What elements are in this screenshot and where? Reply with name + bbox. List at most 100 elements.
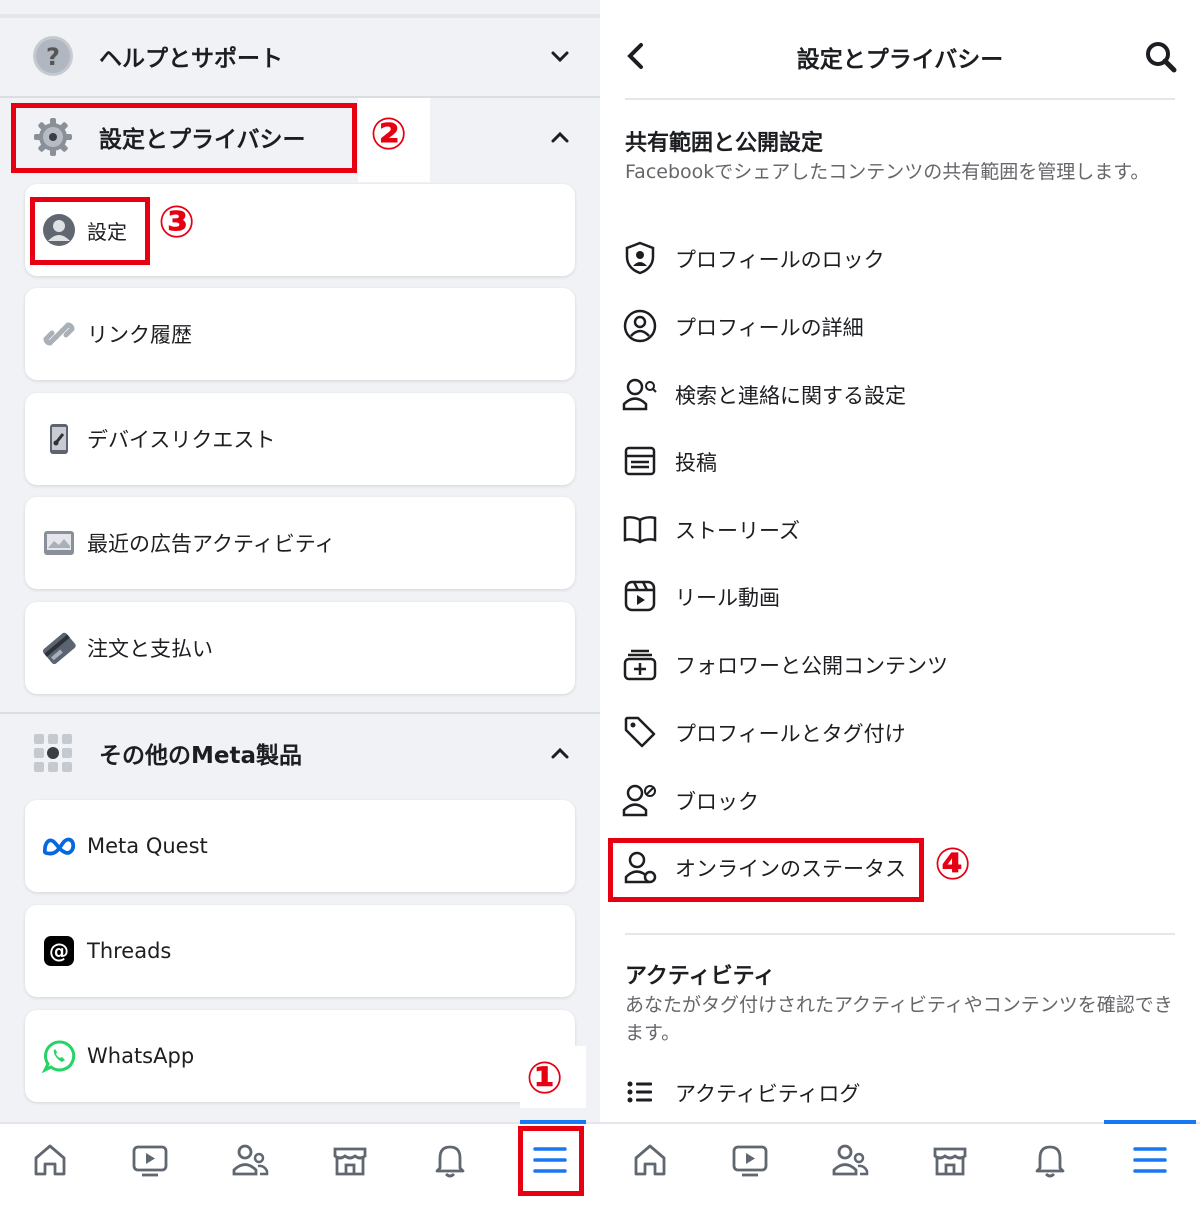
activity-item-log[interactable]: アクティビティログ [600, 1068, 1200, 1118]
device-icon [41, 421, 77, 457]
privacy-item-stories[interactable]: ストーリーズ [600, 505, 1200, 555]
meta-item-quest[interactable]: Meta Quest [25, 800, 575, 892]
book-icon [622, 511, 658, 547]
annotation-1: ① [526, 1053, 564, 1104]
help-section-row[interactable]: ? ヘルプとサポート [0, 16, 600, 96]
section-heading: アクティビティ [625, 964, 776, 989]
tab-friends[interactable] [830, 1140, 870, 1180]
item-label: ストーリーズ [675, 519, 800, 543]
item-label: アクティビティログ [675, 1082, 861, 1106]
meta-item-label: Threads [87, 939, 172, 963]
right-settings-pane: 設定とプライバシー 共有範囲と公開設定 Facebookでシェアしたコンテンツの… [600, 0, 1200, 1122]
item-label: ブロック [675, 790, 759, 814]
meta-item-threads[interactable]: @ Threads [25, 905, 575, 997]
whatsapp-icon [41, 1038, 77, 1074]
marketplace-icon [333, 1147, 367, 1176]
item-label: プロフィールとタグ付け [675, 722, 906, 746]
chevron-up-icon[interactable] [549, 742, 571, 764]
item-label: 投稿 [675, 451, 717, 475]
settings-item-label: デバイスリクエスト [87, 428, 276, 452]
left-menu-pane: ? ヘルプとサポート 設定とプライバシー ② 設定 ③ リンク履歴 デバイスリク… [0, 0, 600, 1214]
privacy-item-profile-details[interactable]: プロフィールの詳細 [600, 302, 1200, 352]
item-label: プロフィールのロック [675, 248, 885, 272]
reels-icon [622, 578, 658, 614]
section-description: Facebookでシェアしたコンテンツの共有範囲を管理します。 [625, 161, 1150, 183]
item-label: 検索と連絡に関する設定 [675, 384, 906, 408]
settings-item-device-request[interactable]: デバイスリクエスト [25, 393, 575, 485]
card-icon [41, 630, 77, 666]
person-search-icon [622, 376, 658, 412]
annotation-box-2 [11, 103, 357, 173]
tab-friends[interactable] [230, 1140, 270, 1180]
privacy-item-tagging[interactable]: プロフィールとタグ付け [600, 708, 1200, 758]
tab-menu[interactable] [1130, 1140, 1170, 1180]
search-icon[interactable] [1144, 40, 1178, 74]
settings-item-link-history[interactable]: リンク履歴 [25, 288, 575, 380]
help-section-label: ヘルプとサポート [99, 46, 283, 72]
tab-video[interactable] [730, 1140, 770, 1180]
marketplace-icon [933, 1147, 967, 1176]
meta-item-label: WhatsApp [87, 1044, 195, 1068]
header-divider [625, 98, 1175, 100]
profile-lock-icon [622, 240, 658, 276]
video-icon [732, 1145, 768, 1177]
grid-icon [30, 730, 76, 776]
meta-section-label: その他のMeta製品 [99, 743, 303, 769]
privacy-item-reels[interactable]: リール動画 [600, 572, 1200, 622]
meta-item-whatsapp[interactable]: WhatsApp [25, 1010, 575, 1102]
tab-notifications[interactable] [430, 1140, 470, 1180]
privacy-item-block[interactable]: ブロック [600, 776, 1200, 826]
settings-item-label: 最近の広告アクティビティ [87, 532, 336, 556]
home-icon [34, 1144, 66, 1176]
profile-detail-icon [622, 308, 658, 344]
tab-home[interactable] [630, 1140, 670, 1180]
annotation-4: ④ [934, 839, 972, 890]
tab-home[interactable] [30, 1140, 70, 1180]
privacy-item-followers[interactable]: フォロワーと公開コンテンツ [600, 640, 1200, 690]
bell-icon [1035, 1145, 1065, 1178]
item-label: フォロワーと公開コンテンツ [675, 654, 948, 678]
video-icon [132, 1145, 168, 1177]
chevron-down-icon[interactable] [549, 45, 571, 67]
settings-item-orders-payments[interactable]: 注文と支払い [25, 602, 575, 694]
privacy-item-posts[interactable]: 投稿 [600, 437, 1200, 487]
section-heading: 共有範囲と公開設定 [625, 131, 824, 156]
annotation-box-3 [30, 197, 150, 265]
section-divider [625, 933, 1175, 935]
chevron-up-icon[interactable] [549, 126, 571, 148]
post-icon [622, 443, 658, 479]
question-icon: ? [30, 33, 76, 79]
privacy-item-search-contact[interactable]: 検索と連絡に関する設定 [600, 370, 1200, 420]
tab-marketplace[interactable] [930, 1140, 970, 1180]
active-tab-indicator [1104, 1120, 1196, 1124]
link-icon [41, 316, 77, 352]
list-icon [622, 1074, 658, 1110]
tab-notifications[interactable] [1030, 1140, 1070, 1180]
annotation-3: ③ [158, 197, 196, 248]
friends-icon [832, 1144, 869, 1176]
tag-icon [622, 714, 658, 750]
svg-text:?: ? [46, 43, 60, 71]
item-label: プロフィールの詳細 [675, 316, 864, 340]
settings-item-ad-activity[interactable]: 最近の広告アクティビティ [25, 497, 575, 589]
meta-section-row[interactable]: その他のMeta製品 [0, 713, 600, 793]
page-title: 設定とプライバシー [796, 47, 1004, 73]
home-icon [634, 1144, 666, 1176]
annotation-box-4 [608, 838, 924, 902]
tab-video[interactable] [130, 1140, 170, 1180]
svg-text:@: @ [49, 939, 69, 963]
annotation-2: ② [370, 109, 408, 160]
friends-icon [232, 1144, 269, 1176]
threads-icon: @ [41, 933, 77, 969]
settings-item-label: 注文と支払い [87, 637, 213, 661]
privacy-item-profile-lock[interactable]: プロフィールのロック [600, 234, 1200, 284]
annotation-box-1 [518, 1126, 584, 1196]
bottom-tab-bar [0, 1122, 1200, 1214]
tab-marketplace[interactable] [330, 1140, 370, 1180]
bell-icon [435, 1145, 465, 1178]
ad-activity-icon [41, 525, 77, 561]
item-label: リール動画 [675, 586, 780, 610]
active-tab-indicator [520, 1120, 586, 1124]
section-description: あなたがタグ付けされたアクティビティやコンテンツを確認できます。 [625, 994, 1173, 1044]
followers-icon [622, 646, 658, 682]
